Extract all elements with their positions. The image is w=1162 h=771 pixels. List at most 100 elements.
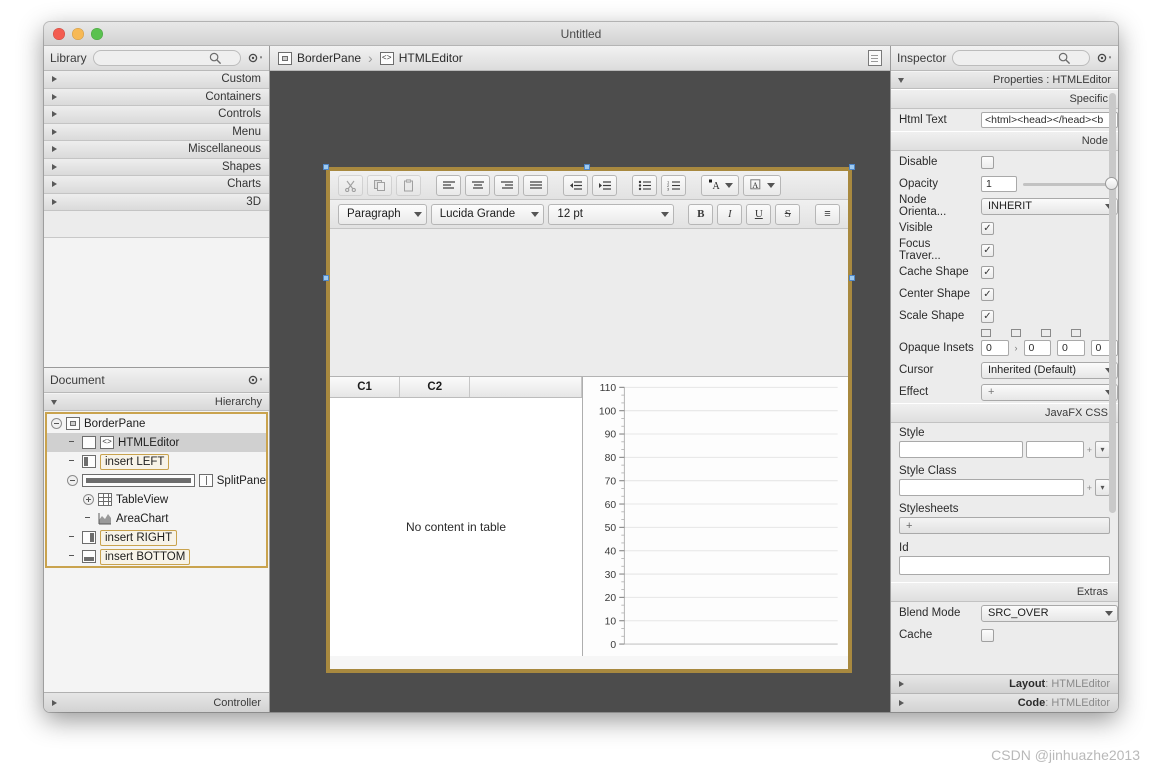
- selected-component-frame[interactable]: 123 A A: [326, 167, 852, 673]
- font-size-select[interactable]: 12 pt: [548, 204, 673, 225]
- resize-handle-nw[interactable]: [323, 164, 329, 170]
- disclosure-toggle-icon[interactable]: [51, 418, 62, 429]
- properties-section-header[interactable]: Properties : HTMLEditor: [891, 71, 1118, 89]
- disclosure-icon[interactable]: [52, 199, 57, 205]
- strikethrough-button[interactable]: S: [775, 204, 800, 225]
- tree-item-tableview[interactable]: TableView: [47, 490, 266, 509]
- library-category-charts[interactable]: Charts: [44, 176, 269, 194]
- htmleditor-content-area[interactable]: [330, 229, 848, 376]
- opaque-inset-bottom-input[interactable]: 0: [1057, 340, 1085, 356]
- tableview-component[interactable]: C1C2 No content in table: [330, 377, 583, 656]
- disclosure-toggle-icon[interactable]: [83, 494, 94, 505]
- resize-handle-e[interactable]: [849, 275, 855, 281]
- bold-button[interactable]: B: [688, 204, 713, 225]
- inspector-scrollbar[interactable]: [1109, 93, 1116, 513]
- library-search-input[interactable]: [93, 50, 241, 66]
- resize-handle-w[interactable]: [323, 275, 329, 281]
- font-family-select[interactable]: Lucida Grande: [431, 204, 545, 225]
- library-gear-icon[interactable]: [247, 51, 263, 65]
- tree-item-htmleditor[interactable]: <>HTMLEditor: [47, 433, 266, 452]
- style-secondary-input[interactable]: [1026, 441, 1084, 458]
- cursor-select[interactable]: Inherited (Default): [981, 362, 1118, 379]
- align-center-button[interactable]: [465, 175, 490, 196]
- hierarchy-disclosure-icon[interactable]: [51, 400, 57, 405]
- disable-checkbox[interactable]: [981, 156, 994, 169]
- minimize-button[interactable]: [72, 28, 84, 40]
- hr-button[interactable]: ≡: [815, 204, 840, 225]
- paste-button[interactable]: [396, 175, 421, 196]
- resize-handle-n[interactable]: [584, 164, 590, 170]
- hierarchy-section-header[interactable]: Hierarchy: [44, 393, 269, 411]
- table-column-header-c2[interactable]: C2: [400, 377, 470, 397]
- center-shape-checkbox[interactable]: ✓: [981, 288, 994, 301]
- focus-traversable-checkbox[interactable]: ✓: [981, 244, 994, 257]
- style-menu-button[interactable]: ▾: [1095, 441, 1110, 458]
- disclosure-icon[interactable]: [52, 111, 57, 117]
- cache-checkbox[interactable]: [981, 629, 994, 642]
- areachart-component[interactable]: 0102030405060708090100110: [583, 377, 848, 656]
- document-gear-icon[interactable]: [247, 373, 263, 387]
- id-input[interactable]: [899, 556, 1110, 575]
- blend-mode-select[interactable]: SRC_OVER: [981, 605, 1118, 622]
- highlight-color-button[interactable]: A: [743, 175, 781, 196]
- disclosure-icon[interactable]: [52, 94, 57, 100]
- library-category-controls[interactable]: Controls: [44, 106, 269, 124]
- htmleditor-component[interactable]: 123 A A: [330, 171, 848, 377]
- scale-shape-checkbox[interactable]: ✓: [981, 310, 994, 323]
- stylesheets-add-button[interactable]: +: [899, 517, 1110, 534]
- style-class-menu-button[interactable]: ▾: [1095, 479, 1110, 496]
- effect-select[interactable]: +: [981, 384, 1118, 401]
- library-category-shapes[interactable]: Shapes: [44, 159, 269, 177]
- inspector-gear-icon[interactable]: [1096, 51, 1112, 65]
- tree-item-splitpane[interactable]: SplitPane: [47, 471, 266, 490]
- bullet-list-button[interactable]: [632, 175, 657, 196]
- library-category-menu[interactable]: Menu: [44, 124, 269, 142]
- library-category-miscellaneous[interactable]: Miscellaneous: [44, 141, 269, 159]
- resize-handle-ne[interactable]: [849, 164, 855, 170]
- align-justify-button[interactable]: [523, 175, 548, 196]
- disclosure-icon[interactable]: [52, 181, 57, 187]
- disclosure-icon[interactable]: [52, 164, 57, 170]
- indent-button[interactable]: [592, 175, 617, 196]
- cache-shape-checkbox[interactable]: ✓: [981, 266, 994, 279]
- style-class-add-icon[interactable]: +: [1087, 483, 1092, 493]
- inspector-scroll-area[interactable]: Specific Html Text <html><head></head><b…: [891, 89, 1118, 674]
- paragraph-format-select[interactable]: Paragraph: [338, 204, 427, 225]
- controller-disclosure-icon[interactable]: [52, 700, 57, 706]
- underline-button[interactable]: U: [746, 204, 771, 225]
- breadcrumb-item-borderpane[interactable]: BorderPane: [278, 51, 361, 65]
- copy-button[interactable]: [367, 175, 392, 196]
- window-controls[interactable]: [53, 28, 103, 40]
- style-input[interactable]: [899, 441, 1023, 458]
- layout-section-header[interactable]: Layout: HTMLEditor: [891, 674, 1118, 693]
- style-add-icon[interactable]: +: [1087, 445, 1092, 455]
- cut-button[interactable]: [338, 175, 363, 196]
- opaque-inset-right-input[interactable]: 0: [1024, 340, 1052, 356]
- numbered-list-button[interactable]: 123: [661, 175, 686, 196]
- disclosure-icon[interactable]: [52, 146, 57, 152]
- italic-button[interactable]: I: [717, 204, 742, 225]
- library-category-3d[interactable]: 3D: [44, 194, 269, 212]
- document-page-icon[interactable]: [868, 50, 882, 66]
- text-color-button[interactable]: A: [701, 175, 739, 196]
- zoom-button[interactable]: [91, 28, 103, 40]
- inspector-search-input[interactable]: [952, 50, 1090, 66]
- visible-checkbox[interactable]: ✓: [981, 222, 994, 235]
- controller-section-header[interactable]: Controller: [44, 692, 269, 712]
- tree-item-borderpane[interactable]: BorderPane: [47, 414, 266, 433]
- tree-item-areachart[interactable]: AreaChart: [47, 509, 266, 528]
- table-column-header-c1[interactable]: C1: [330, 377, 400, 397]
- outdent-button[interactable]: [563, 175, 588, 196]
- tree-item-insert-right[interactable]: insert RIGHT: [47, 528, 266, 547]
- table-column-header-blank[interactable]: [470, 377, 582, 397]
- disclosure-icon[interactable]: [52, 129, 57, 135]
- opaque-inset-top-input[interactable]: 0: [981, 340, 1009, 356]
- align-right-button[interactable]: [494, 175, 519, 196]
- breadcrumb-item-htmleditor[interactable]: <> HTMLEditor: [380, 51, 463, 65]
- opacity-slider-knob[interactable]: [1105, 177, 1118, 190]
- design-canvas[interactable]: 123 A A: [270, 71, 890, 712]
- library-category-containers[interactable]: Containers: [44, 89, 269, 107]
- code-disclosure-icon[interactable]: [899, 700, 904, 706]
- disclosure-toggle-icon[interactable]: [67, 475, 78, 486]
- close-button[interactable]: [53, 28, 65, 40]
